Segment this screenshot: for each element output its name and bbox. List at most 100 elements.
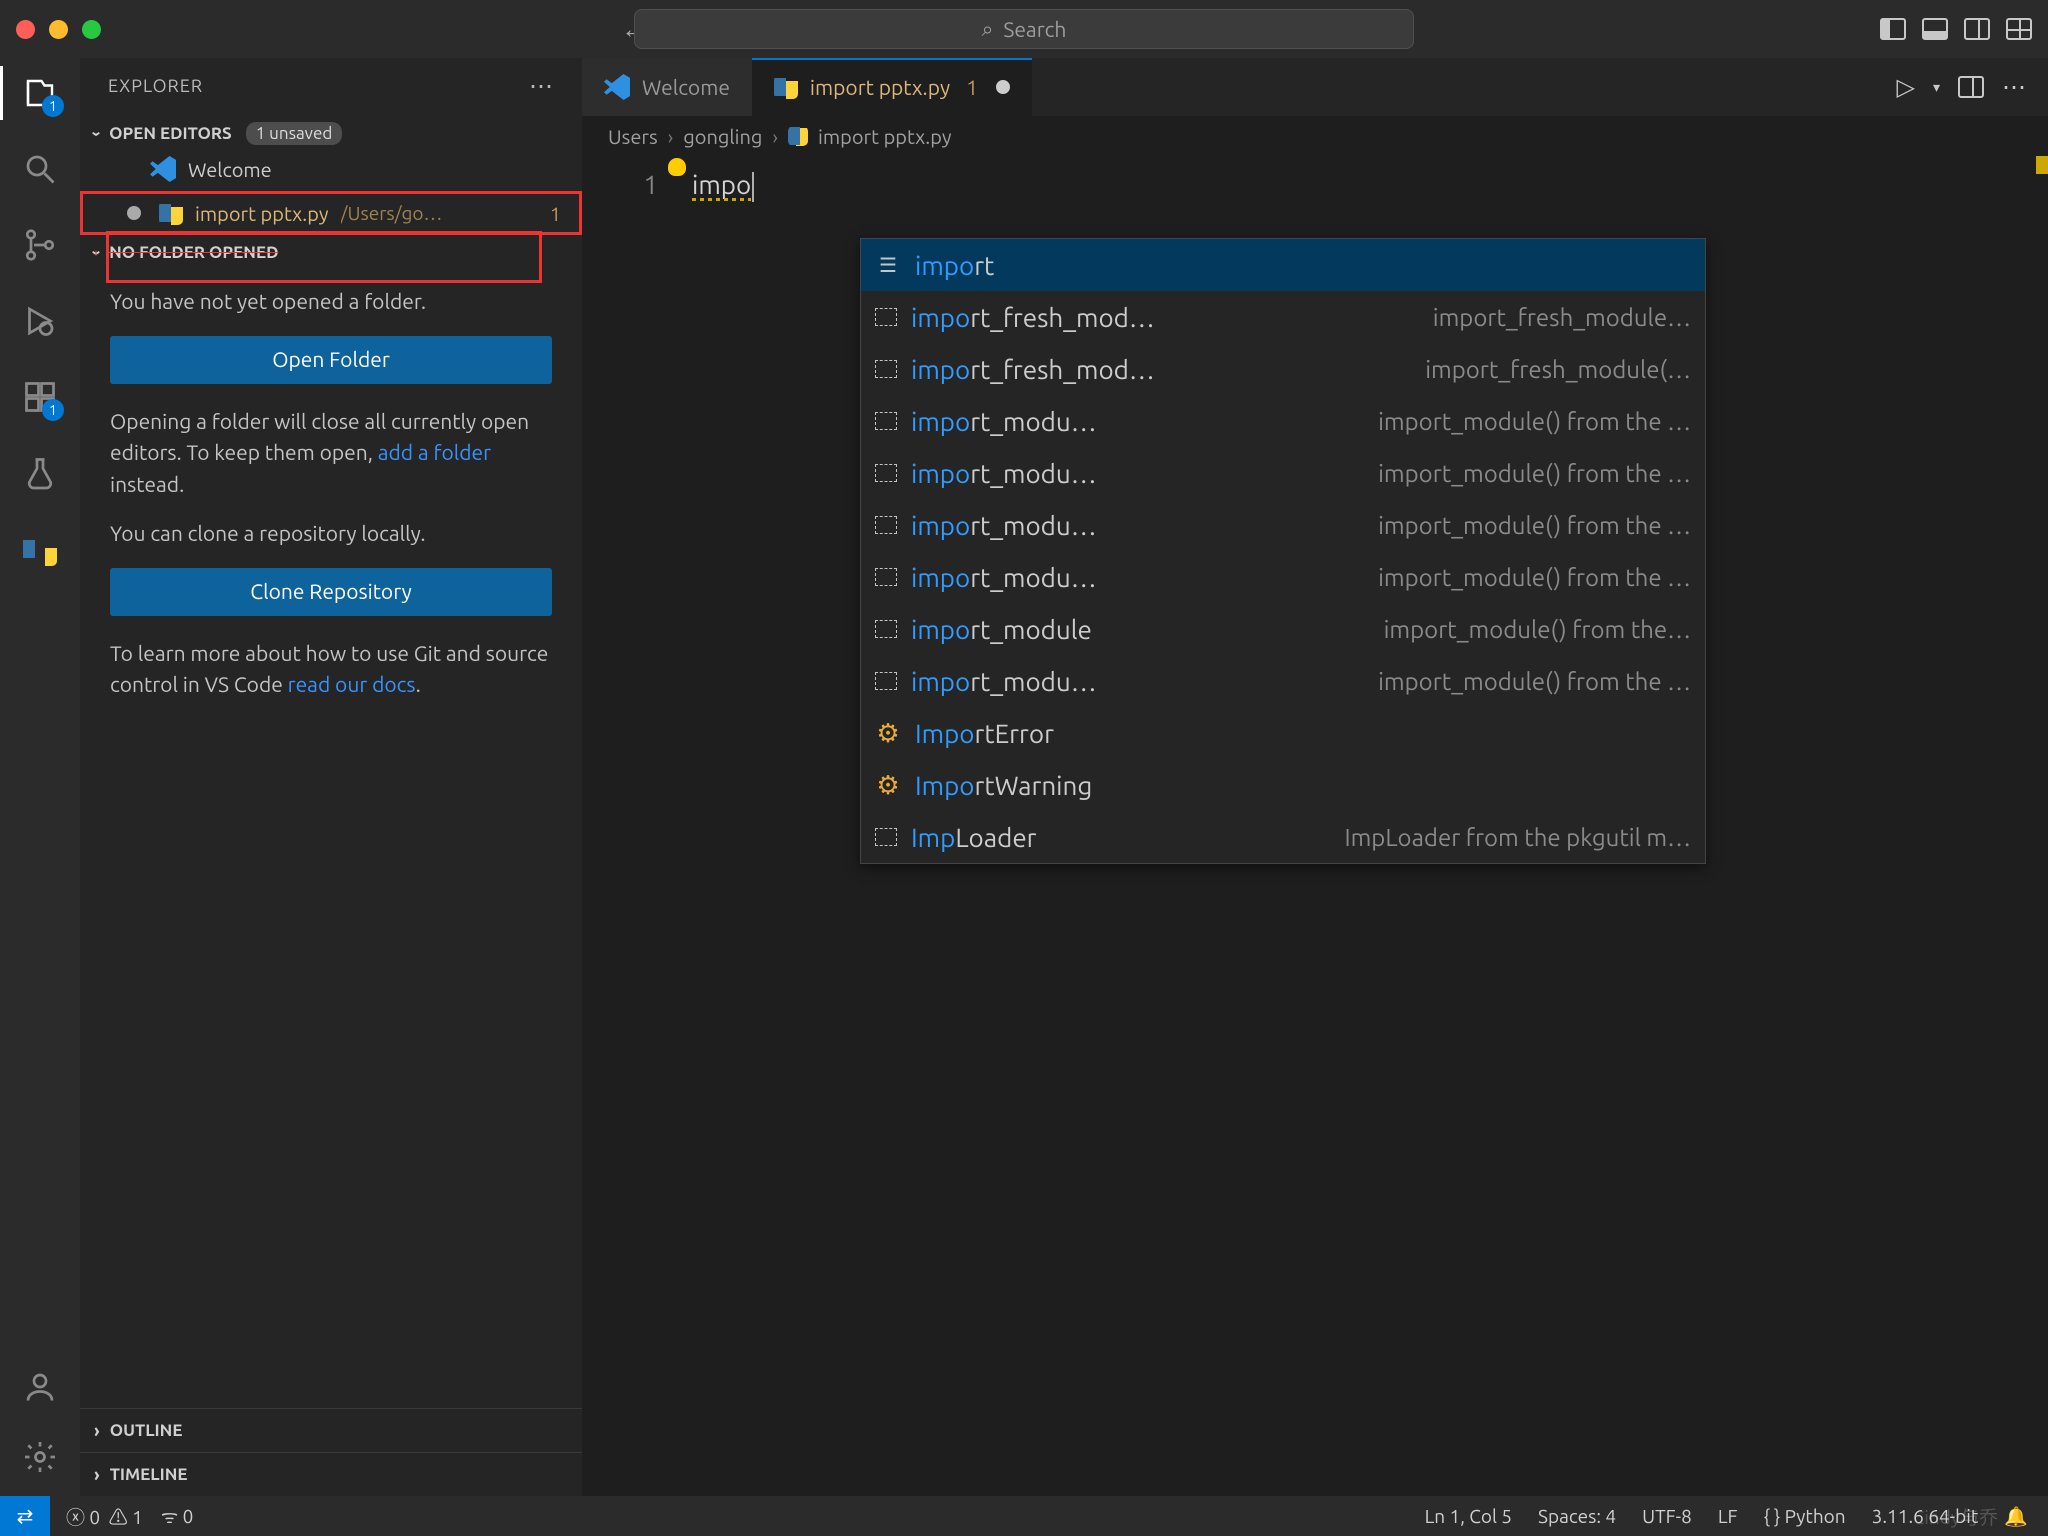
autocomplete-hint: import_module() from the … [1378,512,1691,539]
unsaved-badge: 1 unsaved [246,122,343,145]
activity-search[interactable] [19,148,61,190]
autocomplete-item[interactable]: ⚙ ImportWarning [861,759,1705,811]
autocomplete-item[interactable]: ImpLoader ImpLoader from the pkgutil m… [861,811,1705,863]
activity-source-control[interactable] [19,224,61,266]
sidebar-more-icon[interactable]: ⋯ [529,72,554,100]
status-language[interactable]: { } Python [1764,1505,1846,1527]
autocomplete-label: import_modu… [911,459,1097,488]
snippet-icon [875,360,897,378]
no-folder-section[interactable]: › NO FOLDER OPENED [80,235,582,268]
title-bar: ← → ⌕ Search [0,0,2048,58]
command-center-search[interactable]: ⌕ Search [634,9,1414,49]
open-editor-welcome[interactable]: Welcome [80,147,582,191]
editor-tabs: Welcome import pptx.py 1 ▷ ▾ ⋯ [582,58,2048,116]
add-folder-link[interactable]: add a folder [378,440,491,464]
snippet-icon [875,672,897,690]
class-icon: ⚙ [875,770,901,801]
read-docs-link[interactable]: read our docs [288,672,416,696]
snippet-icon [875,308,897,326]
radio-tower-icon: ᯤ [161,1505,178,1527]
autocomplete-label: import_fresh_mod… [911,355,1155,384]
status-bar: ⇄ ⓧ 0 ⚠ 1 ᯤ 0 Ln 1, Col 5 Spaces: 4 UTF-… [0,1496,2048,1536]
autocomplete-item[interactable]: import_modu…import_module() from the … [861,655,1705,707]
line-gutter: 1 [582,156,692,1496]
outline-section[interactable]: › OUTLINE [80,1408,582,1452]
autocomplete-item[interactable]: import_modu… import_module() from the … [861,447,1705,499]
activity-testing[interactable] [19,452,61,494]
sidebar-explorer: EXPLORER ⋯ › OPEN EDITORS 1 unsaved Welc… [80,58,582,1496]
autocomplete-label: ImportWarning [915,771,1092,800]
run-dropdown-icon[interactable]: ▾ [1933,79,1940,96]
docs-hint: To learn more about how to use Git and s… [110,638,552,701]
autocomplete-label: import_fresh_mod… [911,303,1155,332]
open-editors-section[interactable]: › OPEN EDITORS 1 unsaved [80,114,582,147]
status-problems[interactable]: ⓧ 0 ⚠ 1 [66,1503,143,1530]
search-placeholder: Search [1003,17,1066,41]
status-indentation[interactable]: Spaces: 4 [1538,1505,1616,1527]
toggle-primary-sidebar-icon[interactable] [1880,18,1906,40]
autocomplete-popup[interactable]: importimport_fresh_mod…import_fresh_modu… [860,238,1706,864]
status-encoding[interactable]: UTF-8 [1642,1505,1692,1527]
watermark-user: Cindy与乔 [1913,1503,1998,1530]
autocomplete-item[interactable]: import [861,239,1705,291]
autocomplete-label: ImpLoader [911,823,1037,852]
python-file-icon [774,75,798,99]
status-cursor-position[interactable]: Ln 1, Col 5 [1425,1505,1512,1527]
warning-icon: ⚠ [109,1506,128,1528]
timeline-section[interactable]: › TIMELINE [80,1452,582,1496]
toggle-secondary-sidebar-icon[interactable] [1964,18,1990,40]
autocomplete-item[interactable]: import_modu…import_module() from the … [861,499,1705,551]
maximize-window-icon[interactable] [82,20,101,39]
customize-layout-icon[interactable] [2006,18,2032,40]
breadcrumb[interactable]: Users› gongling› import pptx.py [582,116,2048,156]
chevron-down-icon: › [88,131,106,136]
activity-accounts[interactable] [19,1366,61,1408]
autocomplete-item[interactable]: import_fresh_mod…import_fresh_module… [861,291,1705,343]
autocomplete-hint: import_module() from the … [1378,668,1691,695]
open-folder-button[interactable]: Open Folder [110,336,552,384]
remote-indicator[interactable]: ⇄ [0,1496,50,1536]
overview-ruler-warning[interactable] [2036,156,2048,174]
extensions-badge: 1 [42,399,64,421]
run-icon[interactable]: ▷ [1897,73,1915,101]
autocomplete-hint: import_module() from the … [1378,460,1691,487]
open-editor-current-file[interactable]: import pptx.py /Users/go… 1 [80,191,582,235]
status-eol[interactable]: LF [1718,1505,1738,1527]
lightbulb-icon[interactable] [668,158,686,176]
code-content[interactable]: impo [692,156,754,1496]
error-icon: ⓧ [66,1506,85,1528]
tab-more-icon[interactable]: ⋯ [2002,73,2026,101]
tab-welcome[interactable]: Welcome [582,58,752,116]
python-icon [23,532,57,566]
tab-current-file[interactable]: import pptx.py 1 [752,58,1032,116]
clone-hint: You can clone a repository locally. [110,518,552,550]
autocomplete-item[interactable]: import_modu…import_module() from the … [861,395,1705,447]
vscode-icon [150,156,176,182]
snippet-icon [875,412,897,430]
keyword-icon [875,253,901,277]
status-notifications-icon[interactable]: 🔔 [2004,1505,2028,1528]
autocomplete-label: import_modu… [911,563,1097,592]
autocomplete-item[interactable]: import_moduleimport_module() from the… [861,603,1705,655]
python-file-icon [159,201,183,225]
autocomplete-label: import_modu… [911,407,1097,436]
autocomplete-label: import_module [911,615,1092,644]
autocomplete-item[interactable]: import_fresh_mod…import_fresh_module(… [861,343,1705,395]
clone-repository-button[interactable]: Clone Repository [110,568,552,616]
close-window-icon[interactable] [16,20,35,39]
toggle-panel-icon[interactable] [1922,18,1948,40]
snippet-icon [875,828,897,846]
activity-extensions[interactable]: 1 [19,376,61,418]
minimize-window-icon[interactable] [49,20,68,39]
autocomplete-item[interactable]: import_modu…import_module() from the … [861,551,1705,603]
status-ports[interactable]: ᯤ 0 [161,1503,193,1529]
autocomplete-item[interactable]: ⚙ImportError [861,707,1705,759]
activity-settings[interactable] [19,1436,61,1478]
activity-python[interactable] [19,528,61,570]
unsaved-dot-icon[interactable] [996,80,1010,94]
activity-run-debug[interactable] [19,300,61,342]
autocomplete-hint: ImpLoader from the pkgutil m… [1344,824,1691,851]
chevron-right-icon: › [94,1465,100,1485]
split-editor-icon[interactable] [1958,76,1984,98]
activity-explorer[interactable]: 1 [19,72,61,114]
